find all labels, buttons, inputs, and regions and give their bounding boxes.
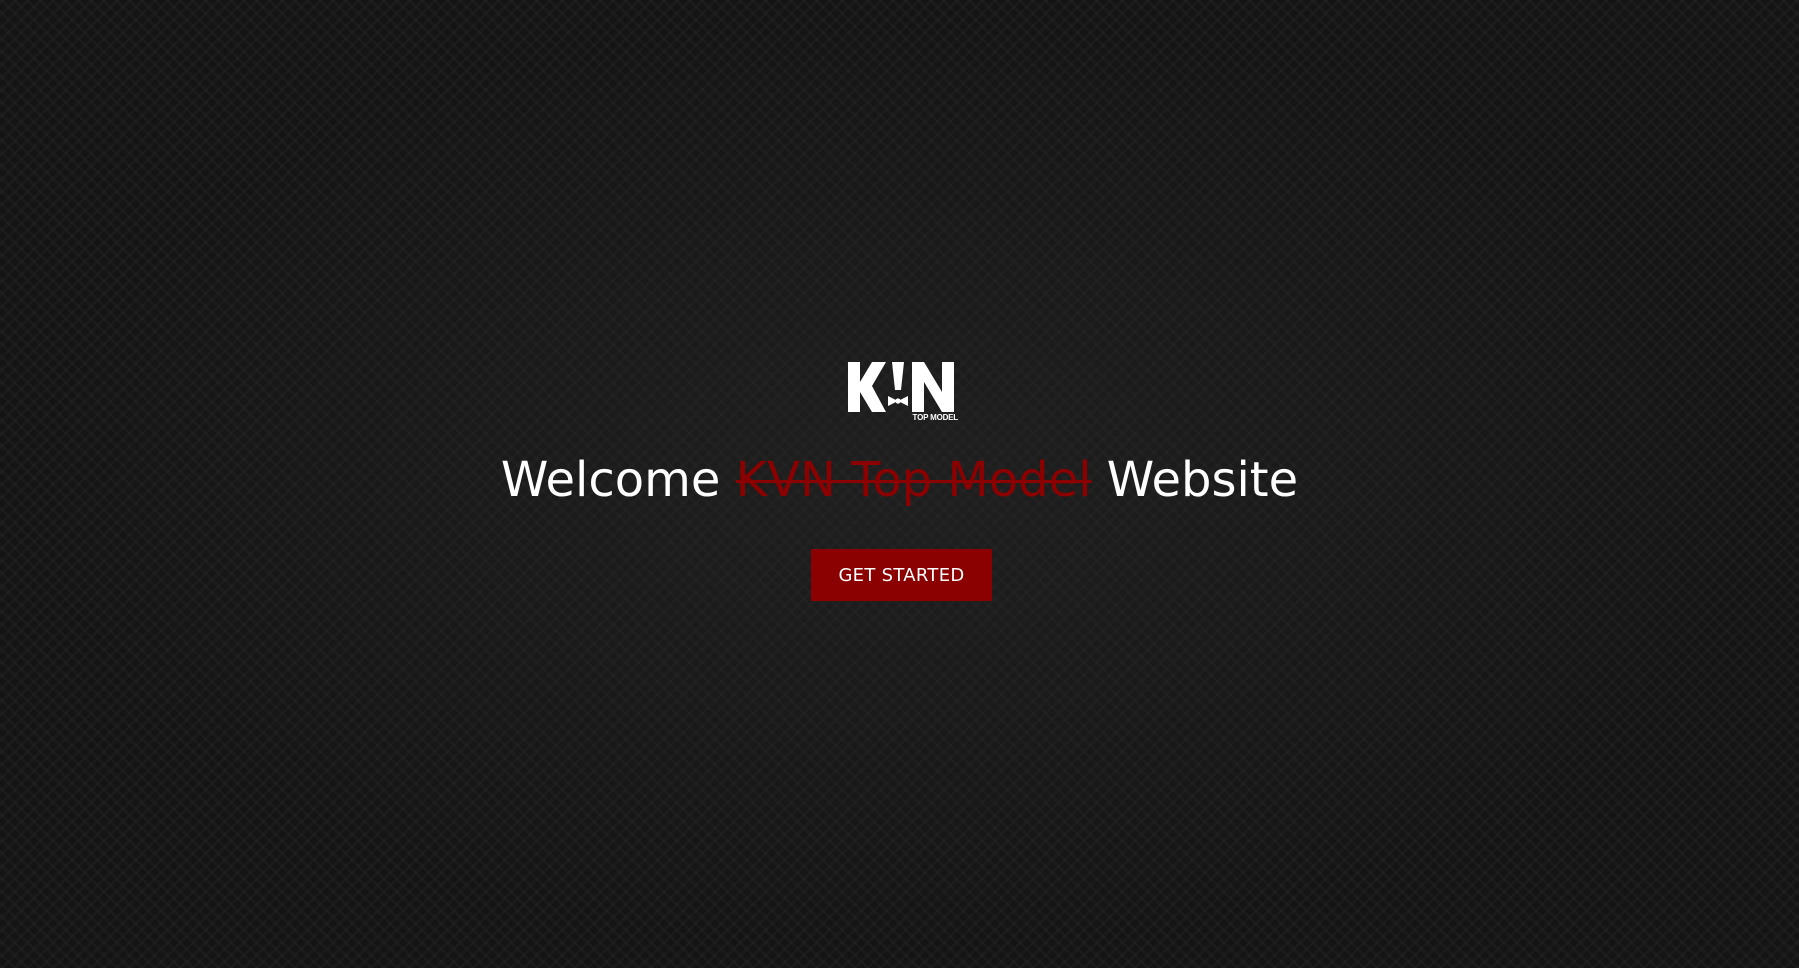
headline-strikethrough: KVN Top Model [735,452,1092,508]
headline-suffix: Website [1106,452,1299,508]
brand-logo: TOP MODEL [846,360,958,422]
logo-subtitle: TOP MODEL [912,413,959,422]
get-started-button[interactable]: GET STARTED [811,549,992,601]
kvn-logo-mark [848,362,954,412]
landing-page: TOP MODEL Welcome KVN Top Model Website … [0,0,1799,968]
welcome-headline: Welcome KVN Top Model Website [0,448,1799,512]
headline-prefix: Welcome [500,452,721,508]
